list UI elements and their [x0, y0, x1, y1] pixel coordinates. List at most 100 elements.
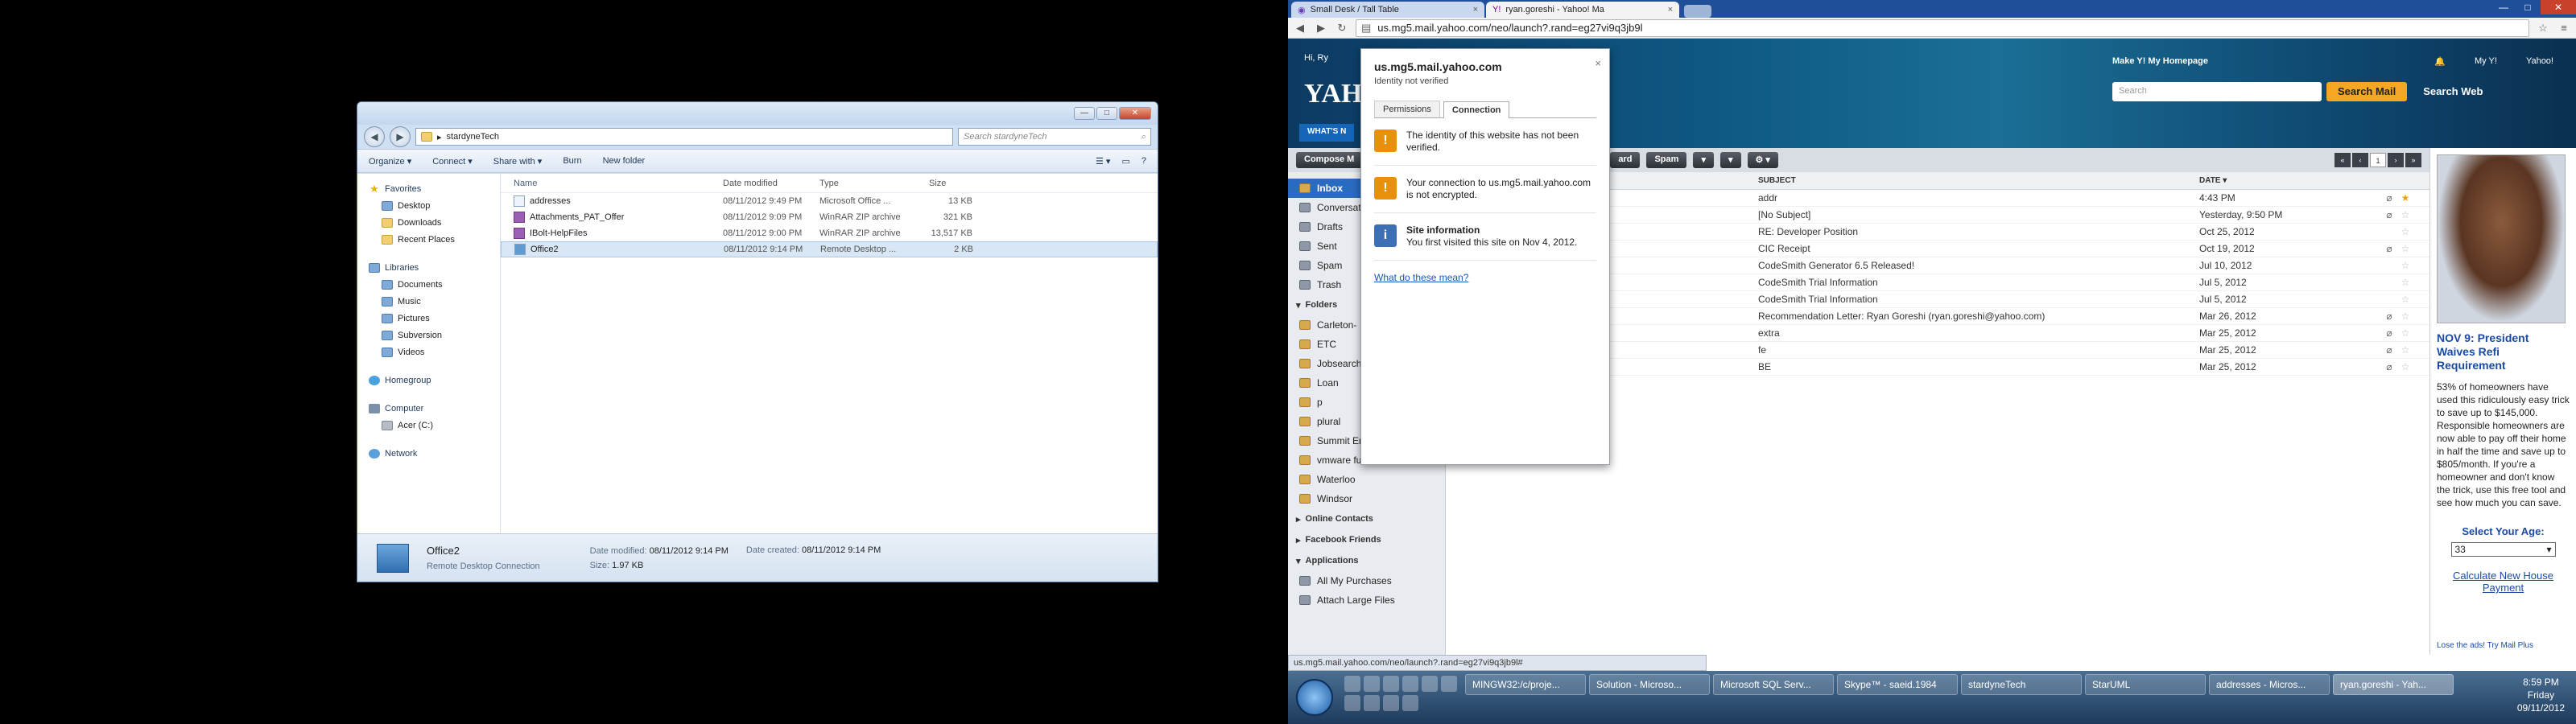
search-mail-button[interactable]: Search Mail	[2326, 82, 2408, 101]
back-button[interactable]: ◀	[364, 126, 385, 147]
tab-permissions[interactable]: Permissions	[1374, 101, 1440, 117]
app-icon[interactable]	[1422, 676, 1438, 692]
nav-pictures[interactable]: Pictures	[369, 310, 500, 327]
prev-page-button[interactable]: ‹	[2352, 153, 2368, 167]
spam-button[interactable]: Spam	[1646, 152, 1687, 168]
sidebar-folder[interactable]: Waterloo	[1288, 470, 1445, 489]
app-icon[interactable]	[1344, 695, 1360, 711]
what-do-these-mean-link[interactable]: What do these mean?	[1374, 272, 1596, 283]
organize-button[interactable]: Organize ▾	[369, 156, 411, 167]
app-icon[interactable]	[1364, 676, 1380, 692]
forward-button[interactable]: ard	[1610, 152, 1641, 168]
taskbar-button[interactable]: addresses - Micros...	[2209, 674, 2330, 695]
yahoo-home-link[interactable]: Yahoo!	[2526, 56, 2553, 67]
column-subject[interactable]: SUBJECT	[1758, 176, 2194, 185]
file-row-addresses[interactable]: addresses 08/11/2012 9:49 PM Microsoft O…	[501, 193, 1158, 209]
menu-icon[interactable]: ≡	[2557, 22, 2571, 34]
taskbar-button[interactable]: MINGW32:/c/proje...	[1465, 674, 1586, 695]
nav-computer[interactable]: Computer	[369, 400, 500, 417]
file-row-attachments[interactable]: Attachments_PAT_Offer 08/11/2012 9:09 PM…	[501, 209, 1158, 225]
app-icon[interactable]	[1402, 695, 1418, 711]
column-type[interactable]: Type	[819, 179, 916, 188]
next-page-button[interactable]: ›	[2388, 153, 2404, 167]
actions-button[interactable]: ▾	[1719, 152, 1741, 168]
ad-title[interactable]: NOV 9: President Waives Refi Requirement	[2437, 331, 2570, 372]
taskbar-button[interactable]: stardyneTech	[1961, 674, 2082, 695]
app-all-my-purchases[interactable]: All My Purchases	[1288, 571, 1445, 590]
tab-yahoo-mail[interactable]: Y! ryan.goreshi - Yahoo! Ma ×	[1486, 2, 1679, 18]
close-icon[interactable]: ×	[1595, 57, 1601, 69]
app-icon[interactable]	[1441, 676, 1457, 692]
make-homepage-link[interactable]: Make Y! My Homepage	[2112, 56, 2208, 66]
search-input[interactable]: Search	[2112, 82, 2322, 101]
column-size[interactable]: Size	[916, 179, 972, 188]
url-bar[interactable]: ▤ us.mg5.mail.yahoo.com/neo/launch?.rand…	[1356, 19, 2529, 37]
taskbar-button[interactable]: Solution - Microso...	[1589, 674, 1710, 695]
forward-button[interactable]: ▶	[390, 126, 411, 147]
star-icon[interactable]: ☆	[2397, 344, 2413, 356]
nav-music[interactable]: Music	[369, 293, 500, 310]
first-page-button[interactable]: «	[2334, 153, 2351, 167]
app-icon[interactable]	[1383, 676, 1399, 692]
ad-image[interactable]	[2437, 154, 2566, 323]
address-bar[interactable]: ▸ stardyneTech	[415, 128, 953, 146]
whats-new-tab[interactable]: WHAT'S N	[1299, 124, 1355, 142]
app-attach-large-files[interactable]: Attach Large Files	[1288, 590, 1445, 610]
search-input[interactable]: Search stardyneTech ⌕	[958, 128, 1151, 146]
star-icon[interactable]: ☆	[2397, 311, 2413, 322]
notifications-bell-icon[interactable]: 🔔	[2434, 56, 2446, 67]
settings-button[interactable]: ⚙ ▾	[1747, 152, 1778, 168]
star-icon[interactable]: ☆	[2397, 361, 2413, 372]
maximize-button[interactable]: □	[2516, 0, 2539, 14]
nav-desktop[interactable]: Desktop	[369, 197, 500, 214]
view-options-button[interactable]: ☰ ▾	[1096, 156, 1110, 167]
system-clock[interactable]: 8:59 PM Friday 09/11/2012	[2517, 676, 2565, 714]
explorer-titlebar[interactable]: — □ ✕	[357, 102, 1158, 125]
nav-favorites[interactable]: ★ Favorites	[369, 180, 500, 197]
taskbar-button[interactable]: StarUML	[2085, 674, 2206, 695]
tab-close-icon[interactable]: ×	[1473, 5, 1478, 14]
app-icon[interactable]	[1344, 676, 1360, 692]
yahoo-logo[interactable]: YAH	[1304, 79, 1362, 109]
back-icon[interactable]: ◀	[1293, 22, 1307, 35]
minimize-button[interactable]: —	[2492, 0, 2515, 14]
applications-header[interactable]: ▾ Applications	[1288, 550, 1445, 571]
star-icon[interactable]: ☆	[2397, 209, 2413, 220]
last-page-button[interactable]: »	[2405, 153, 2421, 167]
star-icon[interactable]: ☆	[2397, 294, 2413, 305]
star-icon[interactable]: ☆	[2397, 226, 2413, 237]
nav-downloads[interactable]: Downloads	[369, 214, 500, 231]
help-button[interactable]: ?	[1141, 156, 1146, 167]
column-date[interactable]: DATE ▾	[2194, 176, 2381, 185]
facebook-friends-header[interactable]: ▸ Facebook Friends	[1288, 529, 1445, 550]
nav-videos[interactable]: Videos	[369, 343, 500, 360]
move-button[interactable]: ▾	[1693, 152, 1714, 168]
start-button[interactable]	[1296, 679, 1333, 716]
forward-icon[interactable]: ▶	[1314, 22, 1328, 35]
new-tab-button[interactable]	[1684, 5, 1711, 18]
star-icon[interactable]: ☆	[2397, 277, 2413, 288]
tab-close-icon[interactable]: ×	[1668, 5, 1673, 14]
nav-network[interactable]: Network	[369, 445, 500, 462]
taskbar-button[interactable]: ryan.goreshi - Yah...	[2333, 674, 2454, 695]
column-name[interactable]: Name	[514, 179, 723, 188]
taskbar-button[interactable]: Skype™ - saeid.1984	[1837, 674, 1958, 695]
close-button[interactable]: ✕	[1119, 107, 1151, 120]
online-contacts-header[interactable]: ▸ Online Contacts	[1288, 508, 1445, 529]
column-date-modified[interactable]: Date modified	[723, 179, 819, 188]
nav-drive-c[interactable]: Acer (C:)	[369, 417, 500, 434]
app-icon[interactable]	[1383, 695, 1399, 711]
nav-homegroup[interactable]: Homegroup	[369, 372, 500, 389]
minimize-button[interactable]: —	[1074, 107, 1095, 120]
reload-icon[interactable]: ↻	[1335, 22, 1349, 35]
sidebar-folder[interactable]: Windsor	[1288, 489, 1445, 508]
compose-button[interactable]: Compose M	[1296, 152, 1363, 168]
advertisement[interactable]: NOV 9: President Waives Refi Requirement…	[2429, 148, 2576, 655]
search-web-button[interactable]: Search Web	[2412, 82, 2494, 101]
file-row-office2[interactable]: Office2 08/11/2012 9:14 PM Remote Deskto…	[501, 241, 1158, 257]
age-select[interactable]: 33 ▾	[2450, 542, 2556, 557]
nav-libraries[interactable]: Libraries	[369, 259, 500, 276]
nav-documents[interactable]: Documents	[369, 276, 500, 293]
taskbar-button[interactable]: Microsoft SQL Serv...	[1713, 674, 1834, 695]
star-icon[interactable]: ☆	[2397, 260, 2413, 271]
